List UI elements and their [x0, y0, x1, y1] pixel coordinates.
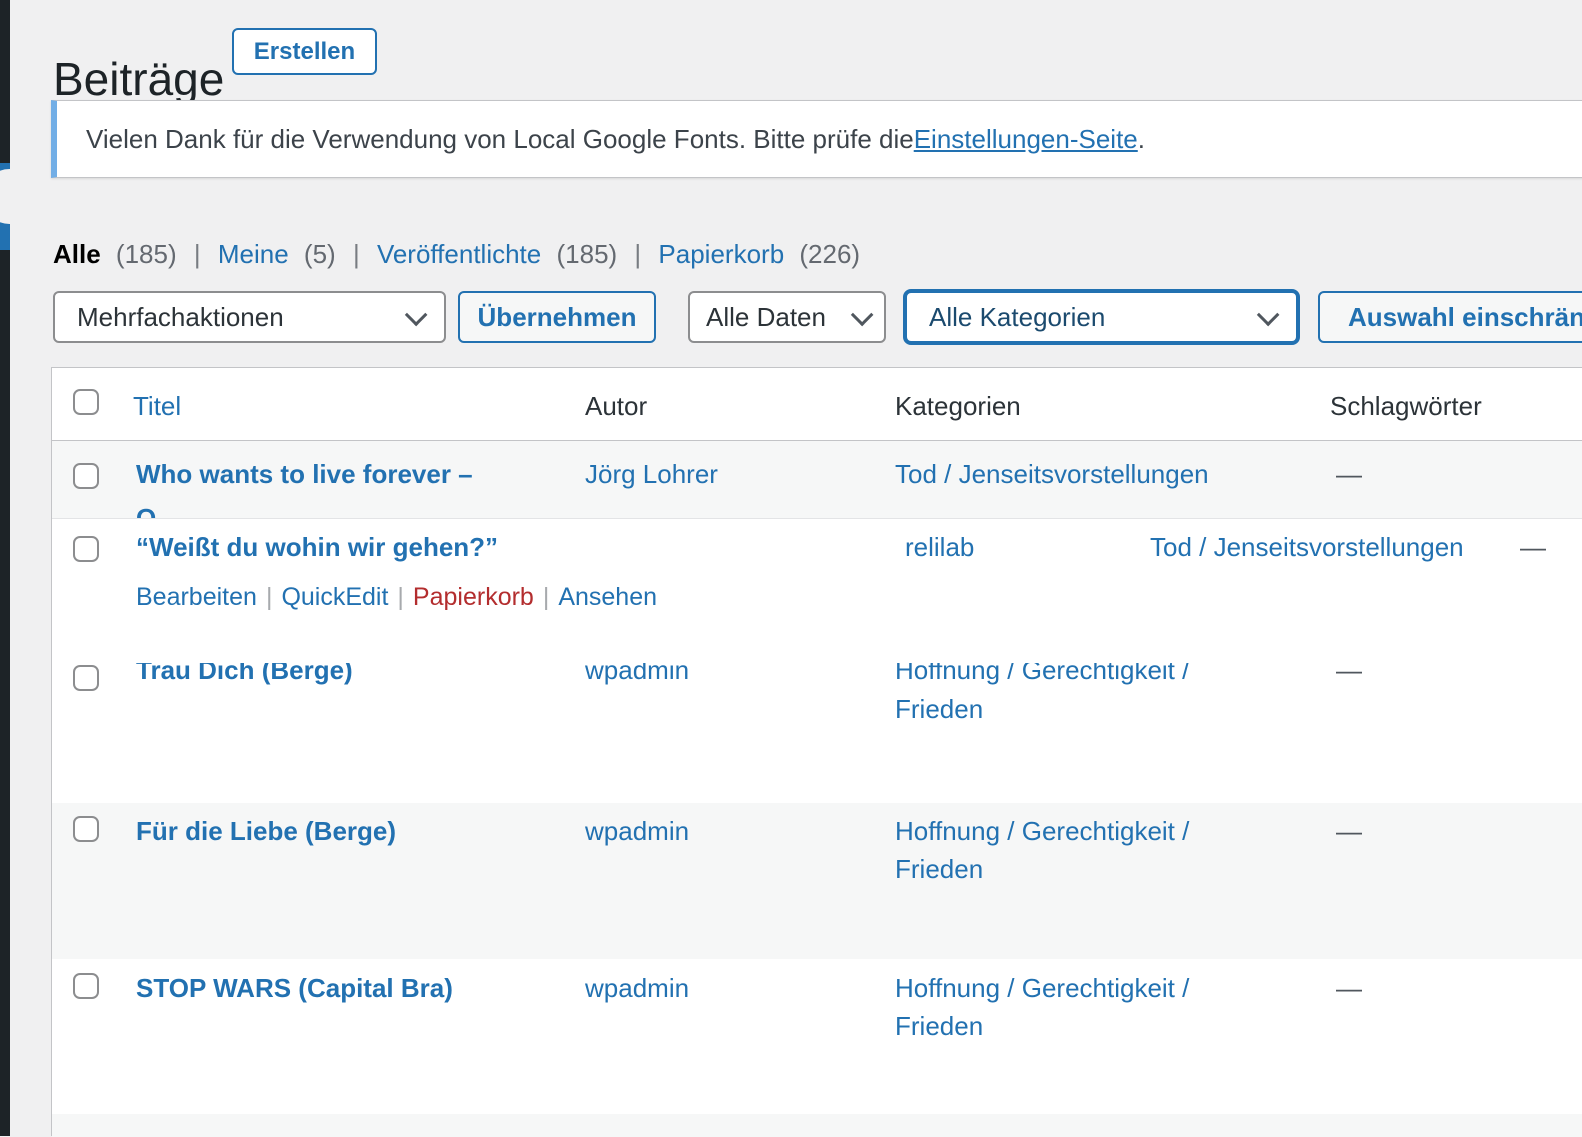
action-separator: |	[534, 583, 559, 611]
post-title-link[interactable]: STOP WARS (Capital Bra)	[136, 972, 453, 1004]
action-separator: |	[388, 583, 413, 611]
table-row: Who wants to live forever – Q Jörg Lohre…	[52, 441, 1582, 518]
quickedit-link[interactable]: QuickEdit	[281, 583, 388, 611]
post-title-line2[interactable]: Q	[136, 502, 156, 518]
table-header-row: Titel Autor Kategorien Schlagwörter	[52, 368, 1582, 441]
author-link[interactable]: wpadmin	[585, 815, 689, 847]
limit-selection-button[interactable]: Auswahl einschränk	[1318, 291, 1582, 343]
categories-links[interactable]: Tod / Jenseitsvorstellungen	[1150, 531, 1464, 563]
filter-separator: |	[624, 239, 651, 269]
post-title-link[interactable]: “Weißt du wohin wir gehen?”	[136, 531, 498, 563]
row-checkbox[interactable]	[73, 973, 99, 999]
categories-filter-select[interactable]: Alle Kategorien	[903, 289, 1300, 345]
categories-links-line2[interactable]: Frieden	[895, 693, 983, 725]
table-row: Trau Dich (Berge) wpadmin Hoffnung / Ger…	[52, 663, 1582, 803]
page-title: Beiträge	[53, 53, 224, 105]
filter-published-count: (185)	[548, 239, 617, 269]
post-title-link[interactable]: Trau Dich (Berge)	[136, 663, 353, 686]
chevron-down-icon	[1257, 304, 1280, 327]
row-checkbox[interactable]	[73, 463, 99, 489]
create-post-button[interactable]: Erstellen	[232, 28, 377, 75]
tags-dash: —	[1336, 815, 1362, 847]
bulk-actions-select[interactable]: Mehrfachaktionen	[53, 291, 446, 343]
settings-page-link[interactable]: Einstellungen-Seite	[914, 124, 1138, 155]
filter-all[interactable]: Alle	[53, 239, 101, 269]
table-row-partial	[52, 1114, 1582, 1137]
tags-dash: —	[1336, 663, 1362, 686]
author-link[interactable]: wpadmin	[585, 663, 689, 686]
edit-link[interactable]: Bearbeiten	[136, 583, 257, 611]
filter-mine[interactable]: Meine	[218, 239, 289, 269]
chevron-down-icon	[405, 304, 428, 327]
trash-link[interactable]: Papierkorb	[413, 583, 534, 611]
categories-links-line2[interactable]: Frieden	[895, 853, 983, 885]
plugin-notice: Vielen Dank für die Verwendung von Local…	[51, 100, 1582, 178]
table-row-hovered: “Weißt du wohin wir gehen?” relilab Tod …	[52, 518, 1582, 663]
posts-table: Titel Autor Kategorien Schlagwörter Who …	[51, 367, 1582, 1136]
menu-fold-notch	[0, 169, 37, 224]
apply-button[interactable]: Übernehmen	[458, 291, 656, 343]
categories-links-line2[interactable]: Frieden	[895, 1010, 983, 1042]
row-checkbox[interactable]	[73, 816, 99, 842]
categories-links[interactable]: Hoffnung / Gerechtigkeit /	[895, 972, 1189, 1004]
dates-filter-select[interactable]: Alle Daten	[688, 291, 886, 343]
post-title-link[interactable]: Für die Liebe (Berge)	[136, 815, 396, 847]
column-header-categories: Kategorien	[895, 390, 1021, 422]
filter-separator: |	[343, 239, 370, 269]
tags-dash: —	[1520, 531, 1546, 563]
notice-text: Vielen Dank für die Verwendung von Local…	[86, 124, 914, 155]
column-header-tags: Schlagwörter	[1330, 390, 1482, 422]
table-row: STOP WARS (Capital Bra) wpadmin Hoffnung…	[52, 959, 1582, 1114]
categories-links[interactable]: Hoffnung / Gerechtigkeit /	[895, 663, 1189, 686]
categories-filter-value: Alle Kategorien	[929, 302, 1244, 333]
categories-links[interactable]: Hoffnung / Gerechtigkeit /	[895, 815, 1189, 847]
dates-filter-value: Alle Daten	[706, 302, 838, 333]
table-row: Für die Liebe (Berge) wpadmin Hoffnung /…	[52, 803, 1582, 959]
filter-published[interactable]: Veröffentlichte	[377, 239, 541, 269]
row-checkbox[interactable]	[73, 665, 99, 691]
author-link[interactable]: wpadmin	[585, 972, 689, 1004]
view-link[interactable]: Ansehen	[558, 583, 657, 611]
status-filters: Alle (185) | Meine (5) | Veröffentlichte…	[53, 238, 860, 270]
post-title-link[interactable]: Who wants to live forever –	[136, 458, 473, 490]
filter-trash-count: (226)	[791, 239, 860, 269]
column-header-title[interactable]: Titel	[133, 390, 181, 422]
column-header-author: Autor	[585, 390, 647, 422]
notice-suffix: .	[1138, 124, 1145, 155]
select-all-checkbox[interactable]	[73, 389, 99, 415]
bulk-actions-value: Mehrfachaktionen	[77, 302, 392, 333]
chevron-down-icon	[851, 304, 874, 327]
tags-dash: —	[1336, 972, 1362, 1004]
tags-dash: —	[1336, 458, 1362, 490]
row-actions: Bearbeiten|QuickEdit|Papierkorb|Ansehen	[136, 581, 657, 613]
categories-links[interactable]: Tod / Jenseitsvorstellungen	[895, 458, 1209, 490]
row-checkbox[interactable]	[73, 536, 99, 562]
filter-all-count: (185)	[108, 239, 177, 269]
filter-mine-count: (5)	[296, 239, 336, 269]
author-link[interactable]: relilab	[905, 531, 974, 563]
filter-separator: |	[184, 239, 211, 269]
action-separator: |	[257, 583, 282, 611]
author-link[interactable]: Jörg Lohrer	[585, 458, 718, 490]
filter-trash[interactable]: Papierkorb	[658, 239, 784, 269]
